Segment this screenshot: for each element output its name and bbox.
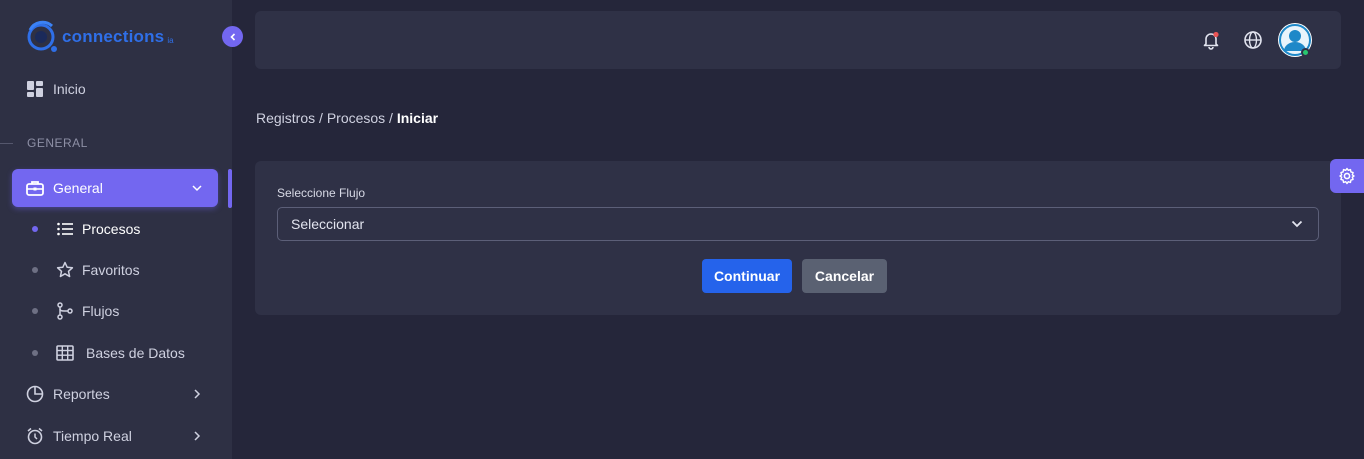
chevron-right-icon bbox=[194, 431, 201, 441]
breadcrumb-registros[interactable]: Registros bbox=[256, 110, 315, 126]
brand-logo[interactable]: connections ia bbox=[26, 20, 174, 54]
active-indicator bbox=[228, 169, 232, 208]
chevron-down-icon bbox=[1291, 220, 1303, 228]
section-title-label: GENERAL bbox=[27, 136, 88, 150]
flow-select-label: Seleccione Flujo bbox=[277, 186, 366, 200]
language-button[interactable] bbox=[1243, 30, 1263, 50]
sidebar-collapse-button[interactable] bbox=[222, 26, 243, 47]
bullet-dot bbox=[32, 308, 38, 314]
table-icon bbox=[56, 344, 74, 362]
flow-form-card: Seleccione Flujo Seleccionar Continuar C… bbox=[255, 161, 1341, 315]
gear-icon bbox=[1339, 167, 1355, 185]
sidebar-subitem-label: Procesos bbox=[82, 221, 141, 237]
breadcrumb-procesos[interactable]: Procesos bbox=[327, 110, 385, 126]
git-branch-icon bbox=[56, 302, 74, 320]
sidebar-subitem-label: Flujos bbox=[82, 303, 120, 319]
sidebar: connections ia Inicio GENERAL General Pr… bbox=[0, 0, 232, 459]
bullet-dot bbox=[32, 267, 38, 273]
section-divider bbox=[0, 142, 13, 144]
top-navbar bbox=[255, 11, 1341, 69]
cancel-button[interactable]: Cancelar bbox=[802, 259, 887, 293]
brand-name: connections bbox=[62, 27, 165, 46]
brand-suffix: ia bbox=[167, 35, 174, 45]
bell-icon bbox=[1203, 31, 1219, 50]
sidebar-subitem-procesos[interactable]: Procesos bbox=[26, 214, 140, 244]
theme-customizer-button[interactable] bbox=[1330, 159, 1364, 193]
alarm-clock-icon bbox=[26, 427, 44, 445]
dashboard-grid-icon bbox=[26, 80, 44, 98]
chevron-right-icon bbox=[194, 389, 201, 399]
pie-chart-icon bbox=[26, 385, 44, 403]
breadcrumb-separator: / bbox=[385, 110, 397, 126]
bullet-dot bbox=[32, 226, 38, 232]
globe-icon bbox=[1244, 31, 1262, 49]
bullet-dot bbox=[32, 350, 38, 356]
sidebar-item-label: Tiempo Real bbox=[53, 428, 132, 444]
briefcase-icon bbox=[26, 179, 44, 197]
list-icon bbox=[56, 220, 74, 238]
chevron-left-icon bbox=[229, 32, 235, 41]
sidebar-subitem-favoritos[interactable]: Favoritos bbox=[26, 255, 140, 285]
sidebar-section-title: GENERAL bbox=[0, 135, 232, 151]
sidebar-item-label: Reportes bbox=[53, 386, 110, 402]
brand-logo-icon bbox=[27, 20, 57, 52]
online-status-dot bbox=[1301, 48, 1310, 57]
star-icon bbox=[56, 261, 74, 279]
flow-select-value: Seleccionar bbox=[291, 216, 365, 232]
sidebar-subitem-flujos[interactable]: Flujos bbox=[26, 296, 119, 326]
sidebar-subitem-label: Bases de Datos bbox=[86, 345, 185, 361]
flow-select[interactable]: Seleccionar bbox=[277, 207, 1319, 241]
breadcrumb-current: Iniciar bbox=[396, 110, 439, 126]
app: connections ia Inicio GENERAL General Pr… bbox=[0, 0, 1364, 459]
breadcrumb: Registros / Procesos / Iniciar bbox=[256, 110, 438, 126]
chevron-down-icon bbox=[192, 185, 202, 192]
continue-button[interactable]: Continuar bbox=[702, 259, 792, 293]
notifications-button[interactable] bbox=[1201, 30, 1221, 50]
sidebar-item-tiempo-real[interactable]: Tiempo Real bbox=[12, 417, 218, 455]
breadcrumb-separator: / bbox=[315, 110, 327, 126]
sidebar-subitem-label: Favoritos bbox=[82, 262, 140, 278]
sidebar-item-inicio[interactable]: Inicio bbox=[12, 70, 218, 108]
sidebar-item-label: General bbox=[53, 180, 103, 196]
sidebar-item-label: Inicio bbox=[53, 81, 86, 97]
sidebar-item-reportes[interactable]: Reportes bbox=[12, 375, 218, 413]
sidebar-subitem-bases-de-datos[interactable]: Bases de Datos bbox=[26, 338, 185, 368]
sidebar-item-general[interactable]: General bbox=[12, 169, 218, 207]
